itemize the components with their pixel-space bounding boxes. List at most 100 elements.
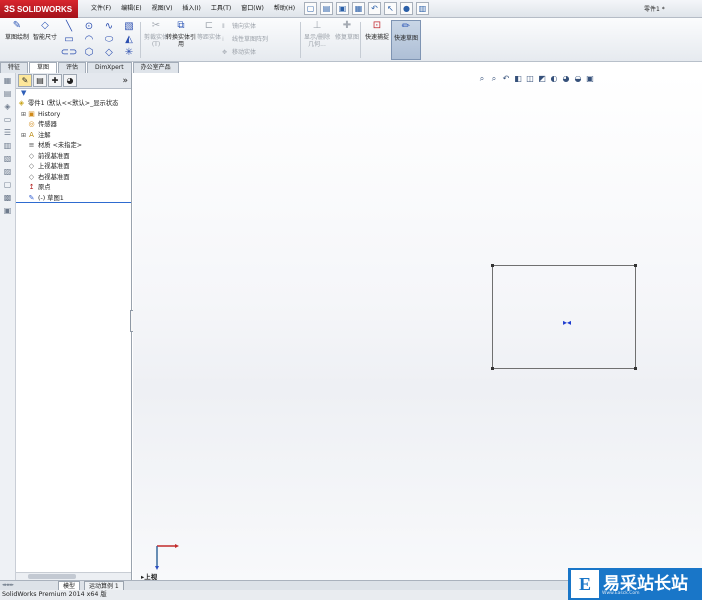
circle-icon[interactable]: ⊙	[80, 20, 98, 33]
spline-icon[interactable]: ∿	[100, 20, 118, 33]
offset-entities-button[interactable]: ⊏ 等距实体	[194, 20, 224, 60]
tree-item-sketch1[interactable]: ✎ (-) 草图1	[16, 193, 131, 203]
rebuild-icon[interactable]: ●	[400, 2, 413, 15]
tab-dimxpert[interactable]: DimXpert	[87, 62, 132, 73]
arc-icon[interactable]: ◠	[80, 33, 98, 46]
repair-icon: ✚	[342, 20, 352, 31]
move-entities-button[interactable]: ✥ 移动实体	[222, 46, 302, 59]
smart-dimension-button[interactable]: ◇ 智能尺寸	[30, 20, 60, 60]
save-icon[interactable]: ▣	[336, 2, 349, 15]
featuremanager-tree-icon[interactable]: ✎	[18, 74, 32, 87]
mirror-icon: ⫴	[222, 23, 225, 30]
tree-item-history[interactable]: ⊞ ▣ History	[16, 109, 131, 120]
menu-view[interactable]: 视图(V)	[147, 3, 178, 15]
document-title: 零件1 *	[644, 6, 665, 13]
select-icon[interactable]: ↖	[384, 2, 397, 15]
linear-pattern-button[interactable]: ⁞ 线性草图阵列	[222, 33, 302, 46]
configuration-manager-icon[interactable]: ✚	[48, 74, 62, 87]
tree-item-top-plane[interactable]: ◇ 上视基准面	[16, 161, 131, 172]
menu-insert[interactable]: 插入(I)	[177, 3, 205, 15]
convert-entities-button[interactable]: ⧉ 转换实体引用	[166, 20, 196, 60]
tab-office-products[interactable]: 办公室产品	[132, 62, 179, 73]
tree-item-material[interactable]: ≡ 材质 <未指定>	[16, 140, 131, 151]
property-manager-icon[interactable]: ▤	[33, 74, 47, 87]
repair-sketch-button[interactable]: ✚ 修复草图	[332, 20, 362, 60]
menu-edit[interactable]: 编辑(E)	[116, 3, 146, 15]
options-icon[interactable]: ▥	[416, 2, 429, 15]
mirror-entities-button[interactable]: ⫴ 镜向实体	[222, 20, 302, 33]
undo-icon[interactable]: ↶	[368, 2, 381, 15]
display-delete-relations-button[interactable]: ⊥ 显示/删除几何...	[302, 20, 332, 60]
rectangle-corner-point[interactable]	[491, 367, 494, 370]
zoom-area-icon[interactable]: ⌕	[489, 73, 499, 85]
list-icon[interactable]: ☰	[3, 128, 13, 138]
watermark-logo: E	[571, 570, 599, 598]
stack-icon[interactable]: ▥	[3, 141, 13, 151]
snap-icon: ⊡	[372, 20, 382, 31]
line-icon[interactable]: ╲	[60, 20, 78, 33]
tree-item-sensors[interactable]: ◎ 传感器	[16, 119, 131, 130]
quick-snaps-button[interactable]: ⊡ 快速捕捉	[362, 20, 392, 60]
tab-features[interactable]: 特征	[0, 62, 29, 73]
open-icon[interactable]: ▤	[320, 2, 333, 15]
display-manager-icon[interactable]: ◕	[63, 74, 77, 87]
page-icon[interactable]: ▢	[3, 180, 13, 190]
slot-icon[interactable]: ⊂⊃	[60, 46, 78, 59]
rectangle-icon[interactable]: ▭	[60, 33, 78, 46]
plane-icon[interactable]: ◇	[100, 46, 118, 59]
menu-help[interactable]: 帮助(H)	[269, 3, 300, 15]
sensor-icon: ◎	[28, 120, 35, 128]
solidworks-logo[interactable]: 3S SOLIDWORKS	[0, 0, 78, 18]
view-orientation-icon[interactable]: ◫	[525, 73, 535, 85]
sketch-origin-icon: ▸◂	[563, 318, 572, 327]
tab-evaluate[interactable]: 评估	[58, 62, 87, 73]
menu-window[interactable]: 窗口(W)	[236, 3, 269, 15]
graphics-area[interactable]: ⌕ ⌕ ↶ ◧ ◫ ◩ ◐ ◕ ◒ ▣ ▸◂ ▸上视	[133, 73, 702, 581]
tree-item-right-plane[interactable]: ◇ 右视基准面	[16, 172, 131, 183]
polygon-icon[interactable]: ⬡	[80, 46, 98, 59]
print-icon[interactable]: ▦	[352, 2, 365, 15]
rapid-sketch-button[interactable]: ✏ 快速草图	[391, 20, 421, 60]
point-icon[interactable]: ✳	[120, 46, 138, 59]
tree-icon[interactable]: ▧	[3, 154, 13, 164]
appearance-icon[interactable]: ◕	[561, 73, 571, 85]
zoom-to-fit-icon[interactable]: ⌕	[477, 73, 487, 85]
sketch-text-icon[interactable]: ▧	[120, 20, 138, 33]
horizontal-scrollbar[interactable]	[16, 572, 131, 580]
menu-file[interactable]: 文件(F)	[86, 3, 116, 15]
grid-icon[interactable]: ▨	[3, 167, 13, 177]
section-view-icon[interactable]: ◧	[513, 73, 523, 85]
menu-tools[interactable]: 工具(T)	[206, 3, 236, 15]
tree-item-annotations[interactable]: ⊞ A 注解	[16, 130, 131, 141]
rapid-sketch-icon: ✏	[401, 21, 411, 32]
fillet-icon[interactable]: ◭	[120, 33, 138, 46]
chart-icon[interactable]: ▣	[3, 206, 13, 216]
sketch-rectangle[interactable]	[491, 264, 637, 370]
scrollbar-thumb[interactable]	[28, 574, 76, 579]
layer-icon[interactable]: ▤	[3, 89, 13, 99]
scene-icon[interactable]: ◒	[573, 73, 583, 85]
rectangle-corner-point[interactable]	[491, 264, 494, 267]
view-settings-icon[interactable]: ▣	[585, 73, 595, 85]
folder-icon[interactable]: ▭	[3, 115, 13, 125]
bolt-icon[interactable]: ▩	[3, 193, 13, 203]
tree-root-part[interactable]: ◈ 零件1 (默认<<默认>_显示状态	[16, 98, 131, 109]
table-icon[interactable]: ▦	[3, 76, 13, 86]
display-style-icon[interactable]: ◩	[537, 73, 547, 85]
hide-show-icon[interactable]: ◐	[549, 73, 559, 85]
tab-nav-arrows-icon[interactable]: ◂◂ ◂ ▸ ▸▸	[2, 582, 14, 588]
chevron-right-icon[interactable]: »	[122, 76, 128, 86]
watermark-url: Www.Easck.Com	[602, 591, 640, 596]
new-icon[interactable]: ▢	[304, 2, 317, 15]
rectangle-corner-point[interactable]	[634, 367, 637, 370]
ellipse-icon[interactable]: ⬭	[100, 33, 118, 46]
filter-icon[interactable]: ▼	[16, 89, 131, 98]
part-icon[interactable]: ◈	[3, 102, 13, 112]
tab-sketch[interactable]: 草图	[29, 62, 58, 73]
rectangle-corner-point[interactable]	[634, 264, 637, 267]
tree-item-origin[interactable]: ↥ 原点	[16, 182, 131, 193]
toolbar-separator	[300, 22, 301, 58]
sketch-button[interactable]: ✎ 草图绘制	[2, 20, 32, 60]
previous-view-icon[interactable]: ↶	[501, 73, 511, 85]
tree-item-front-plane[interactable]: ◇ 前视基准面	[16, 151, 131, 162]
